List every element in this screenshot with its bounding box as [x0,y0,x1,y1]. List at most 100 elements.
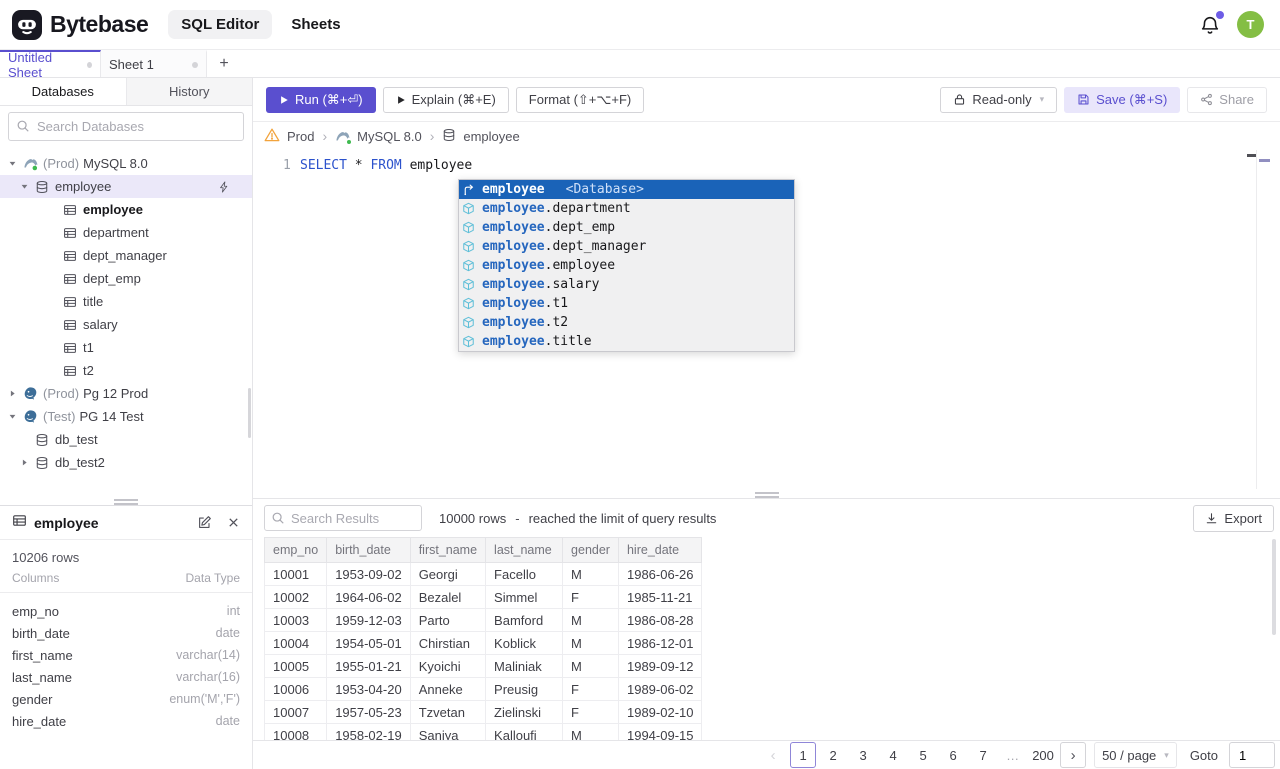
tree-item-t2[interactable]: t2 [0,359,252,382]
search-databases-input[interactable] [8,112,244,141]
tab-status-dot [192,61,198,68]
format-button[interactable]: Format (⇧+⌥+F) [515,86,645,113]
page-button-3[interactable]: 3 [850,742,876,768]
play-icon [397,95,405,104]
connect-bolt-icon[interactable] [218,180,230,193]
schema-column-last-name[interactable]: last_name varchar(16) [0,666,252,688]
run-button[interactable]: Run (⌘+⏎) [266,86,376,113]
page-button-200[interactable]: 200 [1030,742,1056,768]
breadcrumb-instance[interactable]: MySQL 8.0 [357,129,422,144]
breadcrumb-environment[interactable]: Prod [287,129,314,144]
results-panel-divider[interactable] [253,491,1280,499]
save-button[interactable]: Save (⌘+S) [1064,86,1181,113]
search-results-input[interactable] [264,505,422,531]
column-header-gender[interactable]: gender [562,537,619,563]
autocomplete-item-selected[interactable]: employee <Database> [459,180,794,199]
results-separator: - [515,510,520,526]
table-row[interactable]: 10004 1954-05-01 Chirstian Koblick M 1986-12-… [263,631,703,655]
goto-page-input[interactable] [1229,742,1275,768]
tab-sheet-1[interactable]: Sheet 1 [101,50,207,77]
schema-column-first-name[interactable]: first_name varchar(14) [0,644,252,666]
export-button[interactable]: Export [1193,505,1274,532]
schema-column-birth-date[interactable]: birth_date date [0,622,252,644]
page-button-4[interactable]: 4 [880,742,906,768]
search-icon [17,120,29,132]
tree-item-employee[interactable]: employee [0,198,252,221]
table-row[interactable]: 10005 1955-01-21 Kyoichi Maliniak M 1989-09-1… [263,654,703,678]
page-button-6[interactable]: 6 [940,742,966,768]
autocomplete-item-employee-dept-manager[interactable]: employee.dept_manager [459,237,794,256]
tree-item-prod-pg-12-prod[interactable]: (Prod) Pg 12 Prod [0,382,252,405]
results-toolbar: 10000 rows - reached the limit of query … [253,499,1280,537]
table-row[interactable]: 10007 1957-05-23 Tzvetan Zielinski F 1989-02-… [263,700,703,724]
autocomplete-item-employee-salary[interactable]: employee.salary [459,275,794,294]
tab-untitled-sheet[interactable]: Untitled Sheet [0,50,101,80]
bytebase-logo[interactable] [12,9,42,40]
autocomplete-item-employee-dept-emp[interactable]: employee.dept_emp [459,218,794,237]
tree-item-test-pg-14-test[interactable]: (Test) PG 14 Test [0,405,252,428]
column-header-birth-date[interactable]: birth_date [326,537,411,563]
chevron-down-icon[interactable] [8,159,23,168]
tab-history[interactable]: History [126,78,252,105]
table-row[interactable]: 10001 1953-09-02 Georgi Facello M 1986-06-26 [263,562,703,586]
page-button-5[interactable]: 5 [910,742,936,768]
table-row[interactable]: 10003 1959-12-03 Parto Bamford M 1986-08-28 [263,608,703,632]
tree-item-title[interactable]: title [0,290,252,313]
column-header-first-name[interactable]: first_name [409,537,487,563]
table-row[interactable]: 10006 1953-04-20 Anneke Preusig F 1989-06-02 [263,677,703,701]
breadcrumb-database[interactable]: employee [463,129,519,144]
tree-item-db-test[interactable]: db_test [0,428,252,451]
autocomplete-item-employee-department[interactable]: employee.department [459,199,794,218]
tab-databases[interactable]: Databases [0,78,127,105]
table-icon [63,249,83,263]
tree-item-db-test2[interactable]: db_test2 [0,451,252,474]
add-sheet-button[interactable]: + [207,50,241,77]
schema-column-gender[interactable]: gender enum('M','F') [0,688,252,710]
table-cube-icon [462,278,477,291]
sql-editor[interactable]: 1 SELECT * FROM employee employee <Datab… [253,150,1280,491]
edit-icon[interactable] [197,515,212,530]
chevron-down-icon[interactable] [20,182,35,191]
autocomplete-item-employee-t1[interactable]: employee.t1 [459,294,794,313]
chevron-right-icon[interactable] [20,458,35,467]
page-button-7[interactable]: 7 [970,742,996,768]
chevron-right-icon[interactable] [8,389,23,398]
autocomplete-item-employee-title[interactable]: employee.title [459,332,794,351]
tree-item-department[interactable]: department [0,221,252,244]
notification-bell-icon[interactable] [1199,10,1224,36]
tree-item-prod-mysql-8-0[interactable]: (Prod) MySQL 8.0 [0,152,252,175]
autocomplete-item-employee-t2[interactable]: employee.t2 [459,313,794,332]
nav-sql-editor[interactable]: SQL Editor [168,10,273,39]
column-header-emp-no[interactable]: emp_no [263,537,328,563]
close-icon[interactable] [227,516,240,529]
panel-drag-handle[interactable] [114,499,138,507]
explain-button[interactable]: Explain (⌘+E) [382,86,509,113]
editor-scrollbar-thumb[interactable] [1259,159,1270,162]
tree-item-salary[interactable]: salary [0,313,252,336]
nav-sheets[interactable]: Sheets [278,10,353,39]
results-scrollbar[interactable] [1272,539,1276,635]
avatar[interactable]: T [1237,11,1264,38]
autocomplete-item-employee-employee[interactable]: employee.employee [459,256,794,275]
schema-column-hire-date[interactable]: hire_date date [0,710,252,732]
breadcrumb: Prod › MySQL 8.0 › employee [253,122,1280,150]
page-button-1[interactable]: 1 [790,742,817,768]
column-header-last-name[interactable]: last_name [485,537,564,563]
sidebar-scrollbar[interactable] [248,388,251,438]
chevron-down-icon[interactable] [8,412,23,421]
tree-item-t1[interactable]: t1 [0,336,252,359]
table-row[interactable]: 10002 1964-06-02 Bezalel Simmel F 1985-11-21 [263,585,703,609]
schema-column-emp-no[interactable]: emp_no int [0,600,252,622]
share-button[interactable]: Share [1187,86,1267,113]
readonly-mode-select[interactable]: Read-only ▾ [940,86,1058,113]
tree-item-dept-manager[interactable]: dept_manager [0,244,252,267]
table-cube-icon [462,221,477,234]
previous-page-button[interactable]: ‹ [760,742,786,768]
page-size-select[interactable]: 50 / page ▾ [1094,742,1177,768]
next-page-button[interactable]: › [1060,742,1087,768]
column-header-hire-date[interactable]: hire_date [617,537,703,563]
page-button-2[interactable]: 2 [820,742,846,768]
tree-item-employee[interactable]: employee [0,175,252,198]
table-row[interactable]: 10008 1958-02-19 Saniya Kalloufi M 1994-09-15 [263,723,703,740]
tree-item-dept-emp[interactable]: dept_emp [0,267,252,290]
